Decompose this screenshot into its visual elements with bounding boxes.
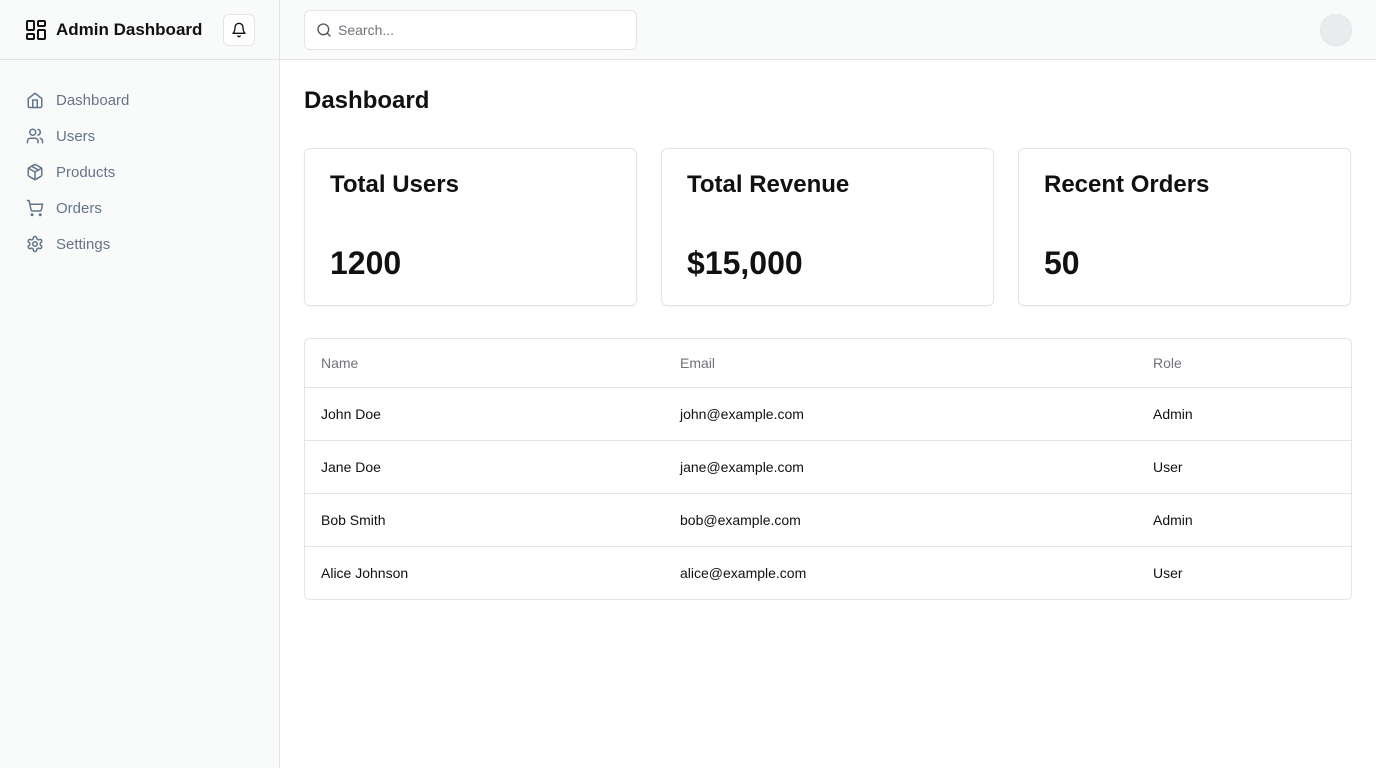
column-header-email[interactable]: Email: [664, 339, 1137, 388]
cell-email: john@example.com: [664, 387, 1137, 441]
home-icon: [26, 91, 44, 109]
table-header-row: Name Email Role: [305, 339, 1351, 388]
cell-name: John Doe: [305, 387, 664, 441]
table-row[interactable]: Bob Smith bob@example.com Admin: [305, 493, 1351, 547]
cell-role: Admin: [1137, 387, 1351, 441]
dashboard-grid-icon: [24, 18, 48, 42]
sidebar-item-label: Dashboard: [56, 91, 130, 109]
sidebar-item-label: Settings: [56, 235, 111, 253]
notifications-button[interactable]: [223, 14, 255, 46]
table-row[interactable]: John Doe john@example.com Admin: [305, 387, 1351, 441]
cell-name: Jane Doe: [305, 440, 664, 494]
stat-card-title: Total Users: [330, 171, 459, 198]
search-input[interactable]: [338, 22, 628, 38]
sidebar-item-label: Users: [56, 127, 96, 145]
users-icon: [26, 127, 44, 145]
table-row[interactable]: Jane Doe jane@example.com User: [305, 440, 1351, 494]
sidebar-item-label: Products: [56, 163, 116, 181]
main-content: Dashboard Total Users 1200 Total Revenue…: [304, 60, 1352, 600]
cell-role: Admin: [1137, 493, 1351, 547]
gear-icon: [26, 235, 44, 253]
search-box[interactable]: [304, 10, 637, 50]
cell-name: Alice Johnson: [321, 564, 409, 581]
stat-card-total-revenue: Total Revenue $15,000: [661, 148, 994, 306]
table-row[interactable]: Alice Johnson alice@example.com User: [305, 546, 1351, 599]
stat-card-title: Recent Orders: [1044, 171, 1210, 198]
sidebar-item-products[interactable]: Products: [26, 154, 279, 190]
sidebar-item-dashboard[interactable]: Dashboard: [26, 82, 279, 118]
column-header-role[interactable]: Role: [1137, 339, 1351, 388]
column-header-name[interactable]: Name: [305, 339, 664, 388]
cell-role: User: [1137, 440, 1351, 494]
cell-role: User: [1153, 564, 1183, 581]
stat-card-value: $15,000: [687, 245, 803, 281]
cell-email: bob@example.com: [664, 493, 1137, 547]
cell-email: alice@example.com: [680, 564, 807, 581]
cell-name: Bob Smith: [305, 493, 664, 547]
stat-card-value: 50: [1044, 245, 1080, 281]
package-icon: [26, 163, 44, 181]
search-icon: [316, 22, 332, 38]
sidebar: Admin Dashboard Dashboard Users Products…: [0, 0, 280, 768]
stat-card-total-users: Total Users 1200: [304, 148, 637, 306]
cell-email: jane@example.com: [664, 440, 1137, 494]
top-header: [280, 0, 1376, 60]
sidebar-item-orders[interactable]: Orders: [26, 190, 279, 226]
users-table: Name Email Role John Doe john@example.co…: [304, 338, 1352, 600]
stat-card-recent-orders: Recent Orders 50: [1018, 148, 1351, 306]
page-title: Dashboard: [304, 87, 430, 114]
stats-cards: Total Users 1200 Total Revenue $15,000 R…: [304, 148, 1352, 306]
avatar[interactable]: [1320, 14, 1352, 46]
sidebar-nav: Dashboard Users Products Orders Settings: [0, 60, 279, 262]
brand-bar: Admin Dashboard: [0, 0, 279, 60]
shopping-cart-icon: [26, 199, 44, 217]
sidebar-item-settings[interactable]: Settings: [26, 226, 279, 262]
bell-icon: [231, 22, 247, 38]
stat-card-value: 1200: [330, 245, 402, 281]
app-title[interactable]: Admin Dashboard: [56, 20, 202, 40]
sidebar-item-users[interactable]: Users: [26, 118, 279, 154]
stat-card-title: Total Revenue: [687, 171, 850, 198]
sidebar-item-label: Orders: [56, 199, 102, 217]
